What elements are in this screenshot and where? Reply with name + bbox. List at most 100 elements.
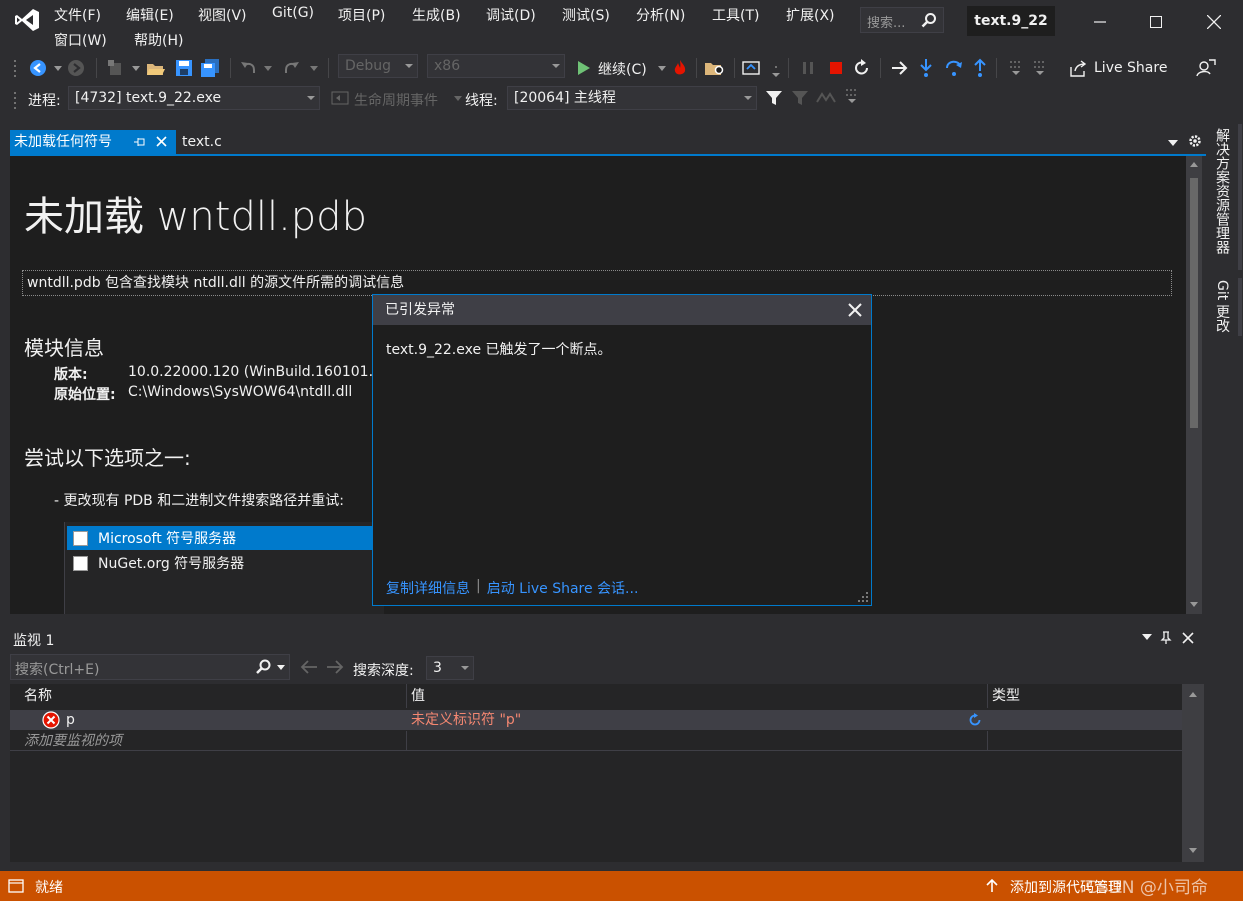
checkbox[interactable] (73, 530, 88, 546)
restart-icon[interactable] (852, 58, 872, 78)
table-row[interactable]: p 未定义标识符 "p" (10, 710, 1182, 730)
thread-select[interactable]: [20064] 主线程 (507, 86, 757, 110)
menu-debug[interactable]: 调试(D) (486, 5, 536, 25)
close-popup-button[interactable] (845, 300, 865, 320)
filter-icon[interactable] (764, 88, 784, 108)
arrow-up-icon[interactable] (986, 879, 998, 893)
configuration-select[interactable]: Debug (338, 54, 418, 78)
watch-name-cell[interactable]: p (20, 710, 407, 730)
stop-debugging-icon[interactable] (826, 58, 846, 78)
search-previous-icon[interactable] (300, 660, 318, 674)
continue-dropdown-icon[interactable] (652, 58, 672, 78)
menu-help[interactable]: 帮助(H) (134, 30, 183, 50)
refresh-icon[interactable] (968, 713, 982, 727)
scroll-down-icon[interactable] (1190, 602, 1198, 607)
navigate-back-icon[interactable] (28, 58, 48, 78)
scroll-up-icon[interactable] (1189, 692, 1197, 697)
solution-explorer-tab[interactable]: 解决方案资源管理器 (1212, 128, 1232, 254)
search-input[interactable]: 搜索... (860, 7, 944, 33)
step-over-icon[interactable] (944, 58, 964, 78)
menu-window[interactable]: 窗口(W) (54, 30, 107, 50)
continue-button[interactable]: 继续(C) (598, 59, 647, 79)
platform-select[interactable]: x86 (427, 54, 565, 78)
tab-list-dropdown-icon[interactable] (1168, 140, 1178, 146)
maximize-button[interactable] (1133, 0, 1179, 44)
tab-no-symbols-loaded[interactable]: 未加载任何符号 (10, 130, 176, 154)
thread-flag-icon[interactable] (1006, 58, 1026, 78)
close-tab-icon[interactable] (156, 136, 167, 147)
new-project-dropdown-icon[interactable] (126, 58, 146, 78)
flag-threads-icon[interactable] (790, 88, 810, 108)
scroll-up-icon[interactable] (1190, 162, 1198, 167)
column-header-type[interactable]: 类型 (988, 684, 1182, 708)
toolbar-more-icon[interactable] (842, 86, 862, 106)
back-dropdown-icon[interactable] (48, 58, 68, 78)
watch-scrollbar[interactable] (1182, 684, 1204, 862)
close-window-button[interactable] (1191, 0, 1237, 44)
new-project-icon[interactable] (106, 58, 126, 78)
scrollbar-thumb[interactable] (1190, 178, 1198, 428)
menu-edit[interactable]: 编辑(E) (126, 5, 174, 25)
table-row-add[interactable]: 添加要监视的项 (10, 731, 1182, 751)
git-changes-tab[interactable]: Git 更改 (1212, 280, 1232, 333)
menu-build[interactable]: 生成(B) (412, 5, 461, 25)
toolbar-more-icon[interactable] (1030, 58, 1050, 78)
redo-dropdown-icon[interactable] (304, 58, 324, 78)
symbol-server-nuget[interactable]: NuGet.org 符号服务器 (67, 551, 377, 575)
add-watch-placeholder[interactable]: 添加要监视的项 (20, 731, 407, 751)
pin-icon[interactable] (134, 137, 146, 147)
undo-dropdown-icon[interactable] (258, 58, 278, 78)
checkbox[interactable] (73, 555, 88, 571)
lifecycle-events-button[interactable]: 生命周期事件 (354, 90, 438, 110)
process-select[interactable]: [4732] text.9_22.exe (68, 86, 320, 110)
menu-project[interactable]: 项目(P) (338, 5, 385, 25)
search-icon[interactable] (921, 12, 937, 28)
document-scrollbar[interactable] (1186, 156, 1202, 614)
gear-icon[interactable] (1188, 134, 1202, 148)
find-in-files-icon[interactable] (704, 58, 724, 78)
continue-play-icon[interactable] (574, 58, 594, 78)
collapse-callstack-icon[interactable] (816, 88, 836, 108)
toolbar-options-icon[interactable] (766, 62, 786, 82)
hot-reload-flame-icon[interactable] (670, 58, 690, 78)
menu-test[interactable]: 测试(S) (562, 5, 610, 25)
start-live-share-link[interactable]: 启动 Live Share 会话... (487, 578, 639, 598)
close-panel-icon[interactable] (1182, 632, 1194, 644)
open-file-icon[interactable] (146, 58, 166, 78)
menu-tools[interactable]: 工具(T) (712, 5, 759, 25)
break-all-icon[interactable] (798, 58, 818, 78)
undo-icon[interactable] (238, 58, 258, 78)
redo-icon[interactable] (282, 58, 302, 78)
navigate-forward-icon[interactable] (66, 58, 86, 78)
watch-search-input[interactable]: 搜索(Ctrl+E) (10, 654, 290, 680)
column-header-name[interactable]: 名称 (20, 684, 407, 708)
search-next-icon[interactable] (326, 660, 344, 674)
step-out-icon[interactable] (970, 58, 990, 78)
step-into-icon[interactable] (916, 58, 936, 78)
menu-analyze[interactable]: 分析(N) (636, 5, 685, 25)
search-icon[interactable] (255, 659, 273, 675)
resize-grip-icon[interactable] (858, 592, 868, 602)
save-icon[interactable] (174, 58, 194, 78)
browser-link-icon[interactable] (742, 58, 762, 78)
column-header-value[interactable]: 值 (407, 684, 988, 708)
menu-file[interactable]: 文件(F) (54, 5, 101, 25)
live-share-button[interactable]: Live Share (1094, 60, 1167, 76)
show-next-statement-icon[interactable] (890, 58, 910, 78)
account-feedback-icon[interactable] (1196, 58, 1216, 78)
menu-view[interactable]: 视图(V) (198, 5, 247, 25)
pin-icon[interactable] (1160, 631, 1172, 645)
menu-git[interactable]: Git(G) (272, 5, 314, 21)
search-depth-select[interactable]: 3 (426, 656, 474, 680)
save-all-icon[interactable] (200, 58, 220, 78)
search-options-dropdown-icon[interactable] (277, 665, 285, 670)
scroll-down-icon[interactable] (1189, 848, 1197, 853)
tab-text-c[interactable]: text.c (182, 130, 222, 154)
symbol-server-microsoft[interactable]: Microsoft 符号服务器 (67, 526, 377, 550)
copy-details-link[interactable]: 复制详细信息 (386, 578, 470, 598)
minimize-button[interactable] (1077, 0, 1123, 44)
lifecycle-events-icon[interactable] (330, 88, 350, 108)
menu-extensions[interactable]: 扩展(X) (786, 5, 835, 25)
watch-value-cell[interactable]: 未定义标识符 "p" (407, 710, 988, 730)
window-position-dropdown-icon[interactable] (1142, 634, 1152, 640)
